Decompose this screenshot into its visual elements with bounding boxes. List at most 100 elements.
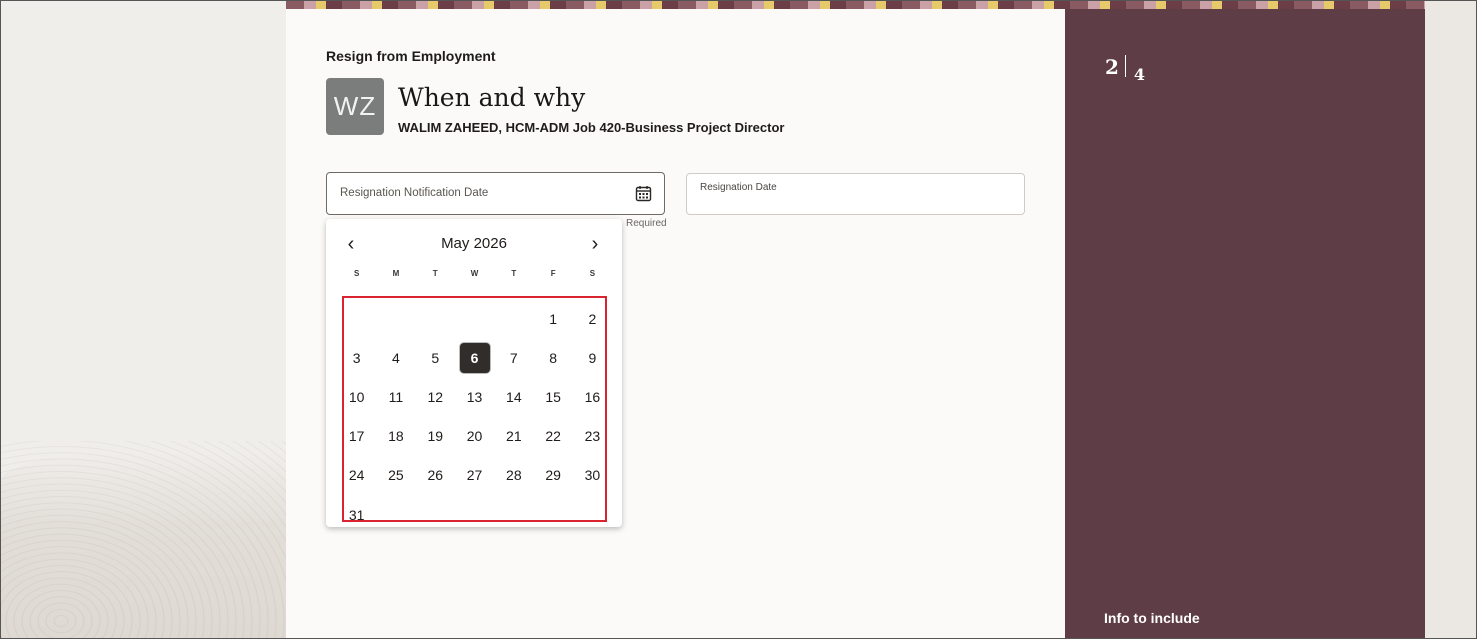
day-number: 8 (549, 349, 558, 366)
day-cell[interactable]: 21 (494, 417, 533, 456)
day-cell[interactable]: 25 (376, 456, 415, 495)
day-cell[interactable]: 11 (376, 377, 415, 416)
day-cell[interactable]: 19 (416, 417, 455, 456)
day-number: 6 (459, 342, 490, 373)
day-number: 29 (545, 467, 561, 484)
day-number: 27 (466, 467, 483, 484)
day-cell[interactable]: 18 (376, 417, 415, 456)
day-number: 10 (348, 388, 365, 405)
weekday-label: T (432, 269, 438, 278)
weekday-header: SMTWTFS (337, 269, 613, 278)
day-number: 9 (588, 349, 597, 366)
current-step: 2 (1105, 55, 1119, 79)
day-cell[interactable]: 30 (573, 456, 612, 495)
day-number: 2 (588, 310, 597, 327)
day-number: 24 (348, 467, 365, 484)
day-cell[interactable]: 3 (337, 338, 376, 377)
day-number: 26 (427, 467, 444, 484)
date-picker-month: May 2026 (441, 235, 507, 252)
step-side-panel: 2 4 Info to include (1065, 9, 1425, 638)
day-cell-selected[interactable]: 6 (455, 338, 494, 377)
day-number: 21 (506, 428, 522, 445)
background-topography-lines (1, 441, 291, 638)
day-number: 15 (545, 388, 561, 405)
day-cell-empty (337, 299, 376, 338)
app-frame: Resign from Employment WZ When and why W… (0, 0, 1477, 639)
weekday-label: T (511, 269, 517, 278)
day-cell[interactable]: 10 (337, 377, 376, 416)
total-steps: 4 (1133, 65, 1146, 84)
page-title: When and why (398, 83, 586, 112)
day-cell-empty (376, 299, 415, 338)
weekday-label: S (353, 269, 360, 278)
avatar: WZ (326, 78, 384, 135)
day-cell[interactable]: 1 (533, 299, 572, 338)
day-cell[interactable]: 27 (455, 456, 494, 495)
day-cell[interactable]: 4 (376, 338, 415, 377)
day-number: 30 (584, 467, 601, 484)
day-cell-empty (416, 299, 455, 338)
day-number: 31 (348, 506, 365, 523)
day-cell[interactable]: 9 (573, 338, 612, 377)
day-number: 14 (506, 388, 522, 405)
flow-title: Resign from Employment (326, 48, 496, 64)
day-number: 4 (392, 349, 400, 366)
weekday-label: S (589, 269, 596, 278)
step-indicator: 2 4 (1105, 55, 1145, 84)
day-cell[interactable]: 14 (494, 377, 533, 416)
day-number: 7 (509, 349, 518, 366)
day-number: 12 (427, 388, 444, 405)
day-cell[interactable]: 29 (533, 456, 572, 495)
day-cell[interactable]: 5 (416, 338, 455, 377)
day-cell[interactable]: 23 (573, 417, 612, 456)
main-panel: Resign from Employment WZ When and why W… (286, 9, 1065, 638)
previous-month-button[interactable]: ‹ (342, 234, 360, 254)
day-number: 1 (549, 310, 558, 327)
person-assignment: WALIM ZAHEED, HCM-ADM Job 420-Business P… (398, 120, 785, 135)
day-number: 16 (584, 388, 601, 405)
day-number: 20 (466, 428, 483, 445)
day-number: 5 (431, 349, 440, 366)
day-number: 17 (348, 428, 365, 445)
day-cell[interactable]: 13 (455, 377, 494, 416)
resignation-notification-date-field[interactable]: Resignation Notification Date (326, 172, 665, 215)
day-number: 28 (506, 467, 522, 484)
day-cell-empty (494, 299, 533, 338)
day-cell[interactable]: 12 (416, 377, 455, 416)
day-cell[interactable]: 24 (337, 456, 376, 495)
day-grid: 1 2 3 4 5 6 7 8 9 10 11 12 13 14 15 16 17 18 19 20 21 22 23 24 2… (337, 299, 613, 534)
day-cell[interactable]: 20 (455, 417, 494, 456)
day-cell[interactable]: 22 (533, 417, 572, 456)
day-cell[interactable]: 17 (337, 417, 376, 456)
day-number: 22 (545, 428, 561, 445)
day-number: 11 (388, 388, 404, 405)
day-cell[interactable]: 8 (533, 338, 572, 377)
day-cell[interactable]: 15 (533, 377, 572, 416)
day-cell[interactable]: 7 (494, 338, 533, 377)
info-to-include-heading: Info to include (1104, 610, 1200, 626)
date-picker-popup: May 2026 ‹ › SMTWTFS 1 2 3 4 5 6 7 8 9 10 11 12 13 14… (326, 219, 622, 527)
day-number: 18 (388, 428, 404, 445)
day-number: 23 (584, 428, 601, 445)
required-hint: Required (626, 218, 667, 229)
day-cell[interactable]: 16 (573, 377, 612, 416)
day-number: 13 (466, 388, 483, 405)
day-cell[interactable]: 26 (416, 456, 455, 495)
resignation-date-label: Resignation Date (700, 182, 777, 193)
resignation-notification-date-label: Resignation Notification Date (340, 187, 489, 199)
day-cell[interactable]: 31 (337, 495, 376, 534)
weekday-label: W (470, 269, 479, 278)
day-cell-empty (455, 299, 494, 338)
right-gutter (1425, 1, 1476, 638)
next-month-button[interactable]: › (586, 234, 604, 254)
day-cell[interactable]: 2 (573, 299, 612, 338)
day-number: 3 (352, 349, 361, 366)
step-divider (1124, 55, 1126, 77)
weekday-label: F (550, 269, 556, 278)
decorative-header-band (286, 1, 1425, 9)
day-number: 25 (388, 467, 404, 484)
calendar-icon[interactable] (635, 185, 652, 202)
day-cell[interactable]: 28 (494, 456, 533, 495)
resignation-date-field[interactable]: Resignation Date (686, 173, 1025, 215)
day-number: 19 (427, 428, 444, 445)
